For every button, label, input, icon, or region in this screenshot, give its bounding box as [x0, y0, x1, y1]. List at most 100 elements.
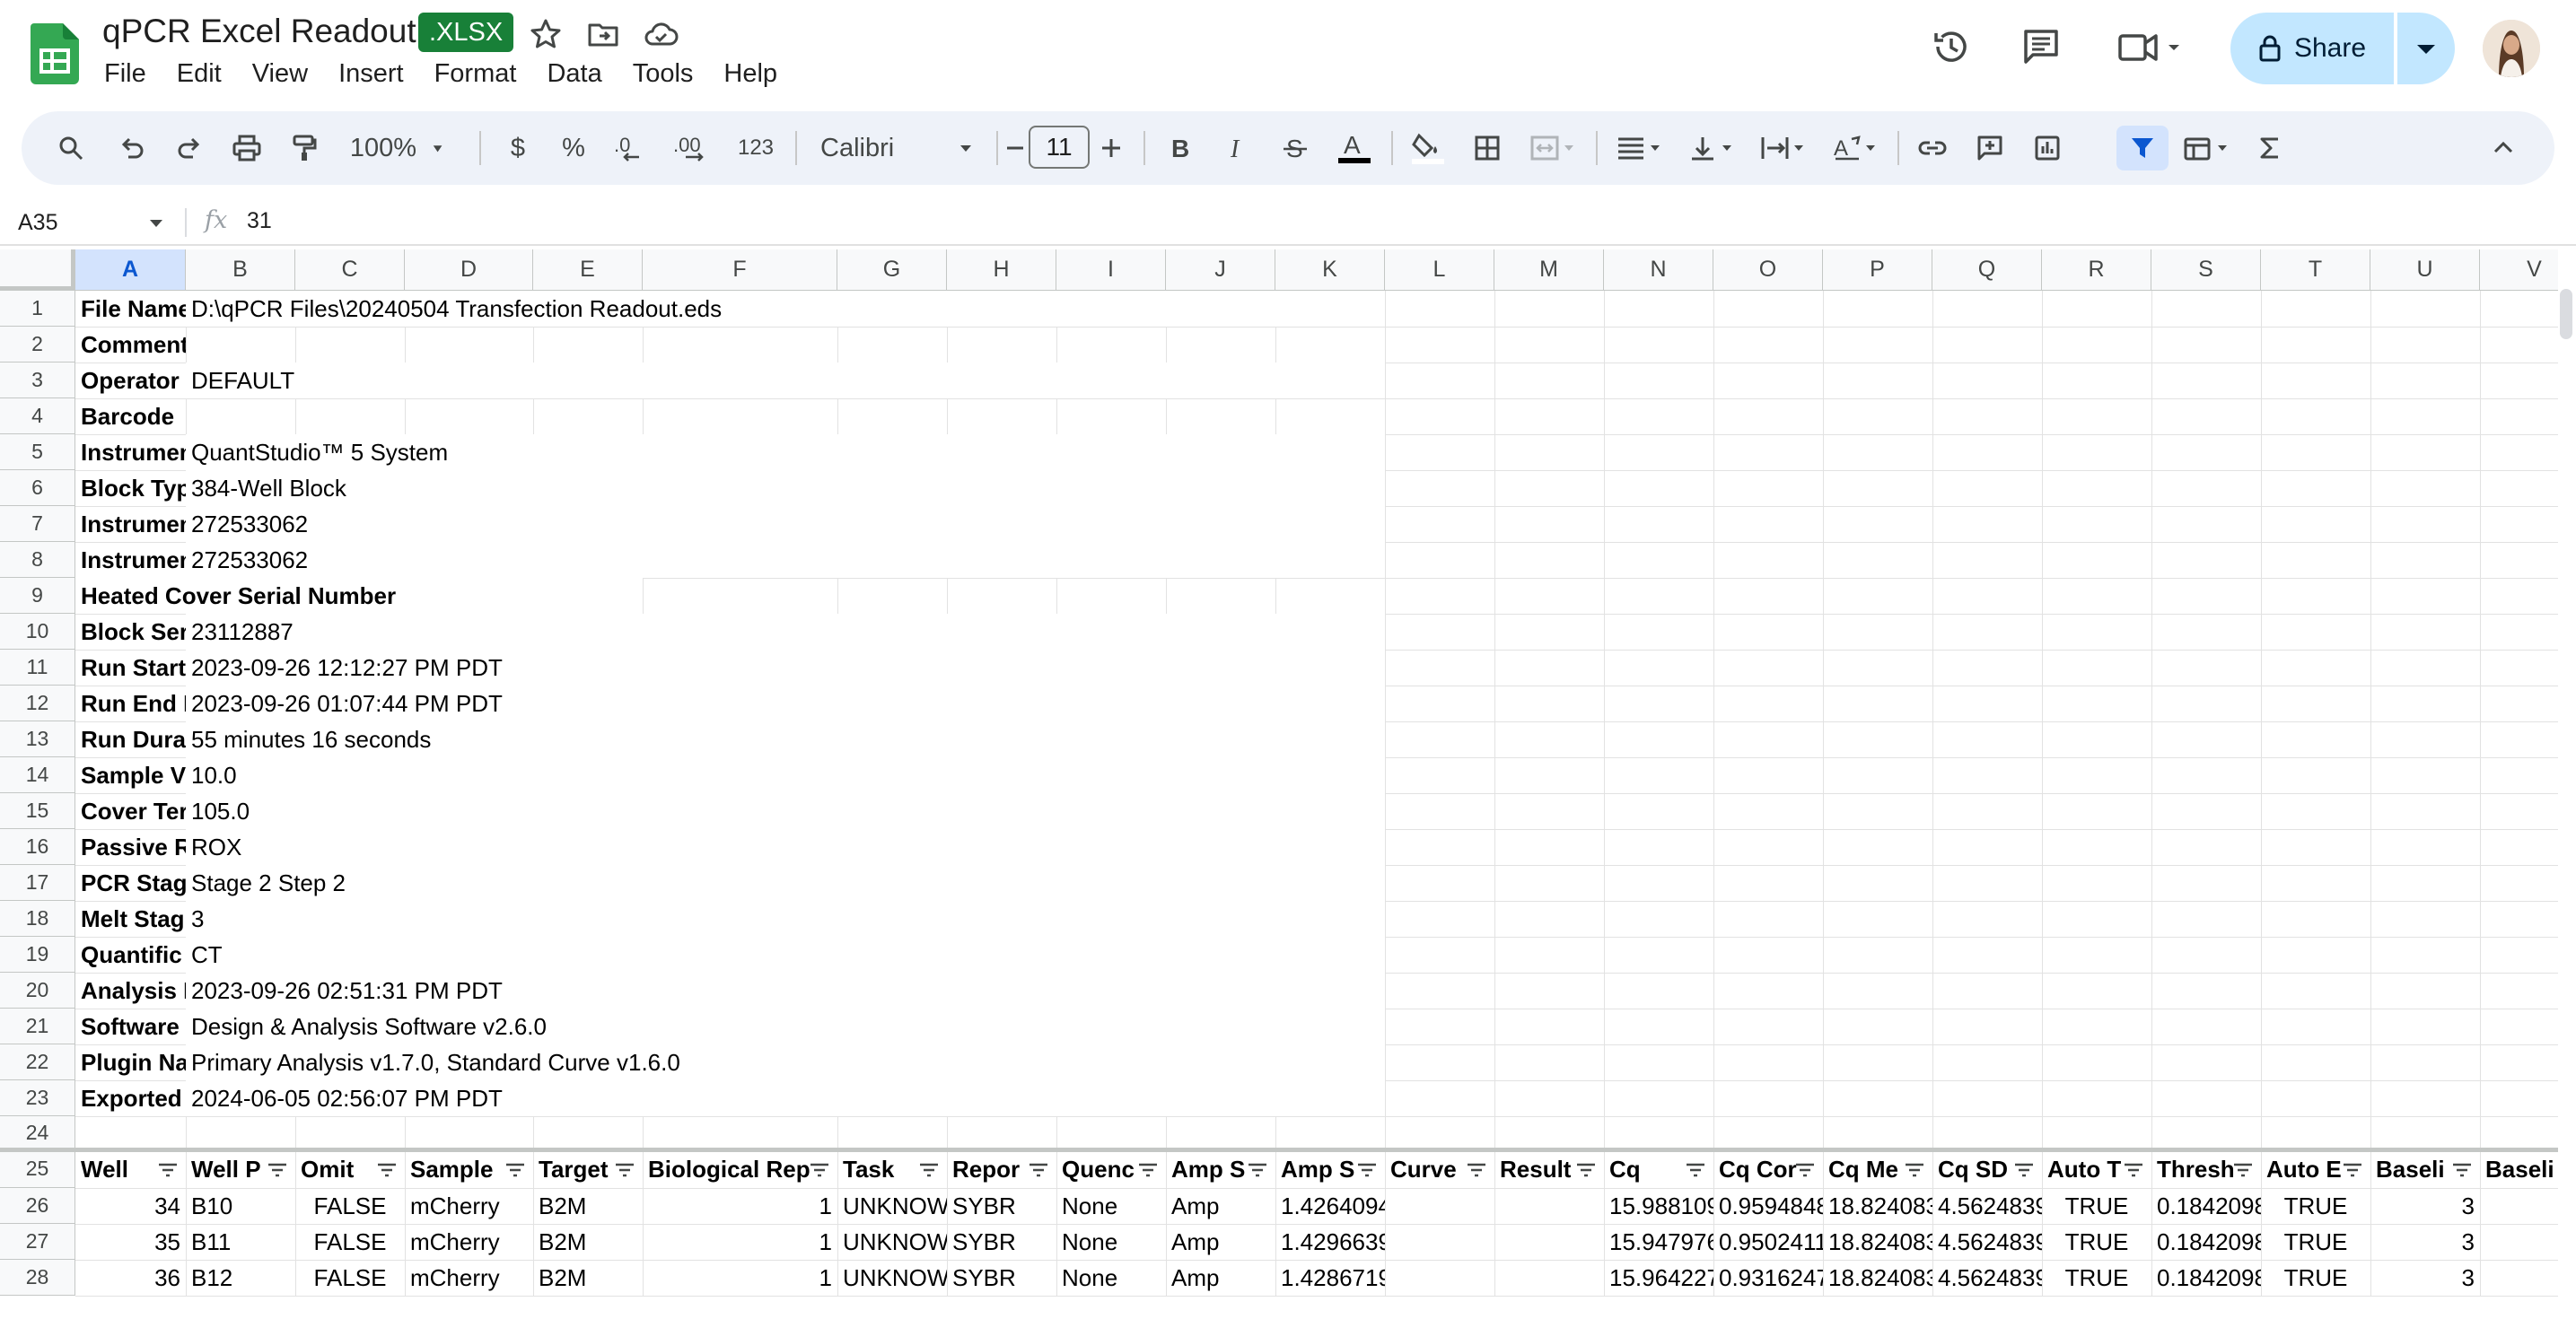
table-cell[interactable]: 1 — [643, 1188, 837, 1224]
font-family-select[interactable]: Calibri — [808, 111, 987, 185]
column-filter-icon[interactable] — [2013, 1161, 2035, 1179]
metadata-label[interactable]: Run Start — [75, 650, 186, 686]
menu-data[interactable]: Data — [547, 59, 632, 89]
fill-color-icon[interactable] — [1404, 111, 1452, 185]
metadata-value[interactable]: Stage 2 Step 2 — [186, 865, 1385, 901]
comments-icon[interactable] — [2020, 25, 2063, 68]
row-header[interactable]: 8 — [0, 542, 75, 578]
column-filter-icon[interactable] — [809, 1161, 830, 1179]
share-dropdown-icon[interactable] — [2397, 13, 2455, 84]
metadata-label[interactable]: Software — [75, 1009, 186, 1044]
menu-edit[interactable]: Edit — [177, 59, 252, 89]
table-cell[interactable]: 0.1842098 — [2151, 1224, 2261, 1260]
row-header[interactable]: 19 — [0, 937, 75, 973]
insert-comment-icon[interactable] — [1967, 111, 2012, 185]
metadata-value[interactable]: 23112887 — [186, 614, 1385, 650]
table-cell[interactable]: 1 — [643, 1260, 837, 1296]
table-cell[interactable]: TRUE — [2042, 1260, 2151, 1296]
metadata-value[interactable]: 2023-09-26 01:07:44 PM PDT — [186, 686, 1385, 721]
metadata-label[interactable]: Quantific — [75, 937, 186, 973]
table-cell[interactable]: 3 — [2370, 1188, 2480, 1224]
row-header[interactable]: 10 — [0, 614, 75, 650]
column-header-t[interactable]: T — [2261, 249, 2370, 291]
table-cell[interactable]: TRUE — [2261, 1188, 2370, 1224]
table-cell[interactable]: 0.1842098 — [2151, 1188, 2261, 1224]
currency-format-button[interactable]: $ — [495, 111, 540, 185]
table-cell[interactable]: TRUE — [2261, 1224, 2370, 1260]
metadata-label[interactable]: Block Type — [75, 470, 186, 506]
borders-icon[interactable] — [1465, 111, 1510, 185]
text-wrapping-icon[interactable] — [1752, 111, 1815, 185]
column-header-f[interactable]: F — [643, 249, 837, 291]
row-header[interactable]: 16 — [0, 829, 75, 865]
chevron-down-icon[interactable] — [147, 217, 165, 230]
table-cell[interactable]: B11 — [186, 1224, 295, 1260]
table-cell[interactable]: FALSE — [295, 1260, 405, 1296]
collapse-toolbar-icon[interactable] — [2481, 111, 2526, 185]
table-cell[interactable]: None — [1056, 1224, 1166, 1260]
move-to-folder-icon[interactable] — [585, 16, 621, 52]
metadata-label[interactable]: Barcode — [75, 398, 186, 434]
table-cell[interactable]: B2M — [533, 1224, 643, 1260]
row-header[interactable]: 5 — [0, 434, 75, 470]
column-header-a[interactable]: A — [75, 249, 186, 291]
metadata-value[interactable]: 55 minutes 16 seconds — [186, 721, 1385, 757]
column-header-v[interactable]: V — [2480, 249, 2558, 291]
metadata-label[interactable]: Sample V — [75, 757, 186, 793]
user-avatar[interactable] — [2483, 20, 2540, 77]
metadata-value[interactable]: 272533062 — [186, 506, 1385, 542]
table-cell[interactable]: mCherry — [405, 1188, 533, 1224]
table-cell[interactable]: FALSE — [295, 1188, 405, 1224]
table-cell[interactable]: mCherry — [405, 1224, 533, 1260]
row-header[interactable]: 26 — [0, 1188, 75, 1224]
table-cell[interactable]: 3 — [2370, 1260, 2480, 1296]
redo-icon[interactable] — [167, 111, 212, 185]
column-header-b[interactable]: B — [186, 249, 295, 291]
table-cell[interactable]: 15.947976 — [1604, 1224, 1713, 1260]
row-header[interactable]: 3 — [0, 363, 75, 398]
table-cell[interactable]: 35 — [75, 1224, 186, 1260]
table-cell[interactable]: Amp — [1166, 1260, 1275, 1296]
menu-view[interactable]: View — [252, 59, 338, 89]
table-cell[interactable]: 4.5624839 — [1932, 1224, 2042, 1260]
table-cell[interactable]: B2M — [533, 1260, 643, 1296]
column-header-n[interactable]: N — [1604, 249, 1713, 291]
column-filter-icon[interactable] — [504, 1161, 526, 1179]
column-header-p[interactable]: P — [1823, 249, 1932, 291]
metadata-value[interactable]: DEFAULT — [186, 363, 1385, 398]
metadata-value[interactable]: ROX — [186, 829, 1385, 865]
column-filter-icon[interactable] — [1685, 1161, 1706, 1179]
table-cell[interactable]: UNKNOW — [837, 1188, 947, 1224]
table-cell[interactable]: 0.9594848 — [1713, 1188, 1823, 1224]
row-header[interactable]: 7 — [0, 506, 75, 542]
table-cell[interactable]: 1.4264094 — [1275, 1188, 1385, 1224]
table-cell[interactable] — [1385, 1260, 1494, 1296]
metadata-label[interactable]: Exported — [75, 1080, 186, 1116]
row-header[interactable]: 2 — [0, 327, 75, 363]
table-cell[interactable]: mCherry — [405, 1260, 533, 1296]
vertical-scrollbar[interactable] — [2560, 289, 2572, 339]
metadata-value[interactable]: Design & Analysis Software v2.6.0 — [186, 1009, 1385, 1044]
bold-icon[interactable]: B — [1158, 111, 1203, 185]
column-filter-icon[interactable] — [1356, 1161, 1378, 1179]
table-cell[interactable]: SYBR — [947, 1260, 1056, 1296]
sheets-logo-icon[interactable] — [31, 23, 79, 84]
row-header[interactable]: 17 — [0, 865, 75, 901]
decrease-font-size-icon[interactable] — [1000, 111, 1030, 185]
vertical-align-icon[interactable] — [1680, 111, 1743, 185]
metadata-label[interactable]: Heated Cover Serial Number — [75, 578, 643, 614]
font-size-input[interactable]: 11 — [1029, 126, 1090, 169]
table-cell[interactable] — [1494, 1188, 1604, 1224]
row-header[interactable]: 4 — [0, 398, 75, 434]
table-cell[interactable]: 36 — [75, 1260, 186, 1296]
table-cell[interactable]: SYBR — [947, 1224, 1056, 1260]
column-filter-icon[interactable] — [2123, 1161, 2144, 1179]
row-header[interactable]: 21 — [0, 1009, 75, 1044]
column-header-h[interactable]: H — [947, 249, 1056, 291]
table-cell[interactable] — [1494, 1260, 1604, 1296]
column-header-d[interactable]: D — [405, 249, 533, 291]
more-formats-button[interactable]: 123 — [729, 111, 783, 185]
column-header-c[interactable]: C — [295, 249, 405, 291]
column-header-o[interactable]: O — [1713, 249, 1823, 291]
row-header[interactable]: 14 — [0, 757, 75, 793]
